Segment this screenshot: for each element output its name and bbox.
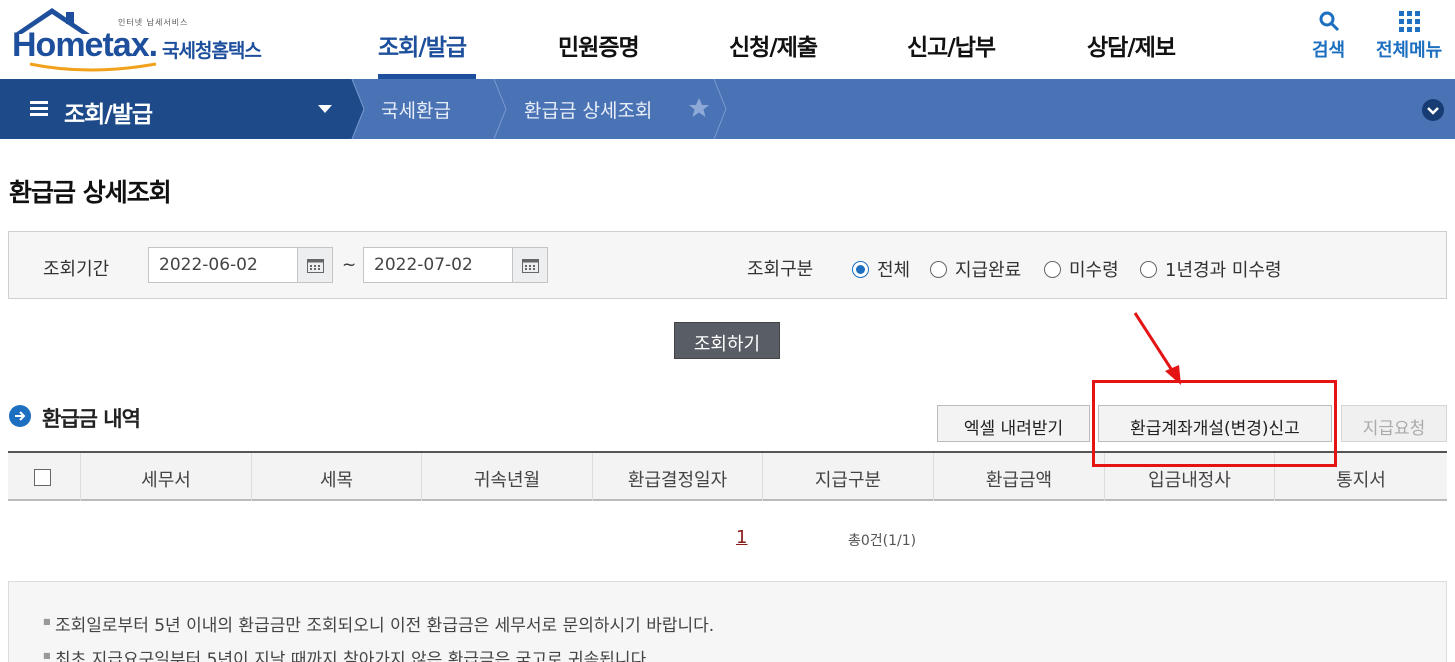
search-submit-button[interactable]: 조회하기 <box>674 322 780 359</box>
hamburger-icon <box>30 101 48 116</box>
calendar-icon <box>307 259 324 273</box>
section-title: 환급금 내역 <box>42 407 141 431</box>
annotation-arrow <box>1133 312 1181 385</box>
date-range-separator: ~ <box>342 255 357 275</box>
nav-separator <box>713 79 727 139</box>
breadcrumb-refund-detail[interactable]: 환급금 상세조회 <box>524 96 652 123</box>
top-header: 인터넷 납세서비스 Hometax. 국세청홈택스 조회/발급 민원증명 신청/… <box>0 0 1455 79</box>
gnb-item-application[interactable]: 신청/제출 <box>729 28 818 62</box>
page-title: 환급금 상세조회 <box>9 178 172 207</box>
nav-separator <box>350 79 365 139</box>
notice-line: 조회일로부터 5년 이내의 환급금만 조회되오니 이전 환급금은 세무서로 문의… <box>43 611 714 636</box>
all-menu-label: 전체메뉴 <box>1376 40 1443 61</box>
pagination-page-1[interactable]: 1 <box>736 527 747 548</box>
chevron-down-circle-icon[interactable] <box>1421 98 1445 122</box>
type-label: 조회구분 <box>747 259 814 280</box>
excel-download-button[interactable]: 엑셀 내려받기 <box>937 405 1090 442</box>
notice-box: 조회일로부터 5년 이내의 환급금만 조회되오니 이전 환급금은 세무서로 문의… <box>8 581 1447 662</box>
column-header: 환급결정일자 <box>592 453 762 501</box>
gnb-item-consult[interactable]: 상담/제보 <box>1087 28 1176 62</box>
star-icon[interactable] <box>688 97 710 118</box>
pagination-total: 총0건(1/1) <box>848 533 917 549</box>
grid-menu-icon <box>1399 11 1421 32</box>
column-header: 환급금액 <box>933 453 1104 501</box>
annotation-highlight-box <box>1092 380 1337 467</box>
all-menu-button[interactable]: 전체메뉴 <box>1376 10 1442 62</box>
period-label: 조회기간 <box>43 259 110 280</box>
search-label: 검색 <box>1312 40 1346 61</box>
search-panel: 조회기간 2022-06-02 ~ 2022-07-02 조회구분 전체 지급완… <box>8 231 1447 299</box>
section-arrow-icon <box>9 405 31 427</box>
radio-unclaimed-1year[interactable]: 1년경과 미수령 <box>1140 256 1282 282</box>
gnb-item-report-payment[interactable]: 신고/납부 <box>907 28 996 62</box>
breadcrumb-refund[interactable]: 국세환급 <box>381 96 451 123</box>
radio-unclaimed[interactable]: 미수령 <box>1044 256 1119 282</box>
radio-unclaimed-label: 미수령 <box>1069 260 1119 281</box>
column-header: 세목 <box>251 453 421 501</box>
radio-all-circle[interactable] <box>852 260 869 278</box>
column-header: 세무서 <box>80 453 251 501</box>
logo-swoosh-icon <box>29 62 157 72</box>
nav-menu-label: 조회/발급 <box>64 102 153 128</box>
search-icon <box>1319 11 1339 32</box>
location-bar: 조회/발급 국세환급 환급금 상세조회 <box>0 79 1455 139</box>
column-header: 귀속년월 <box>421 453 592 501</box>
gnb-item-inquiry[interactable]: 조회/발급 <box>378 28 467 62</box>
select-all-cell <box>8 453 80 501</box>
hometax-logo[interactable]: 인터넷 납세서비스 Hometax. 국세청홈택스 <box>8 6 288 72</box>
caret-down-icon <box>318 105 332 113</box>
page: 인터넷 납세서비스 Hometax. 국세청홈택스 조회/발급 민원증명 신청/… <box>0 0 1455 662</box>
logo-wordmark: Hometax. <box>12 26 158 64</box>
radio-paid-label: 지급완료 <box>955 260 1022 281</box>
radio-paid-circle[interactable] <box>930 260 947 278</box>
nav-separator <box>493 79 507 139</box>
radio-all-label: 전체 <box>877 260 911 281</box>
date-to-input[interactable]: 2022-07-02 <box>363 247 513 283</box>
payment-request-button[interactable]: 지급요청 <box>1341 405 1447 442</box>
calendar-icon <box>522 259 539 273</box>
date-from-calendar-button[interactable] <box>297 247 333 283</box>
select-all-checkbox[interactable] <box>34 469 51 486</box>
logo-korean: 국세청홈택스 <box>162 40 262 62</box>
radio-unclaimed-1year-circle[interactable] <box>1140 260 1157 278</box>
gnb-item-certificate[interactable]: 민원증명 <box>558 28 640 62</box>
radio-unclaimed-circle[interactable] <box>1044 260 1061 278</box>
date-from-input[interactable]: 2022-06-02 <box>148 247 298 283</box>
date-to-calendar-button[interactable] <box>512 247 548 283</box>
radio-all[interactable]: 전체 <box>852 256 910 282</box>
radio-unclaimed-1year-label: 1년경과 미수령 <box>1165 260 1282 281</box>
radio-paid[interactable]: 지급완료 <box>930 256 1021 282</box>
column-header: 지급구분 <box>762 453 933 501</box>
nav-menu-dropdown[interactable]: 조회/발급 <box>0 79 352 139</box>
search-button[interactable]: 검색 <box>1312 10 1345 62</box>
notice-line: 최초 지급요구일부터 5년이 지날 때까지 찾아가지 않은 환급금은 국고로 귀… <box>43 645 652 662</box>
